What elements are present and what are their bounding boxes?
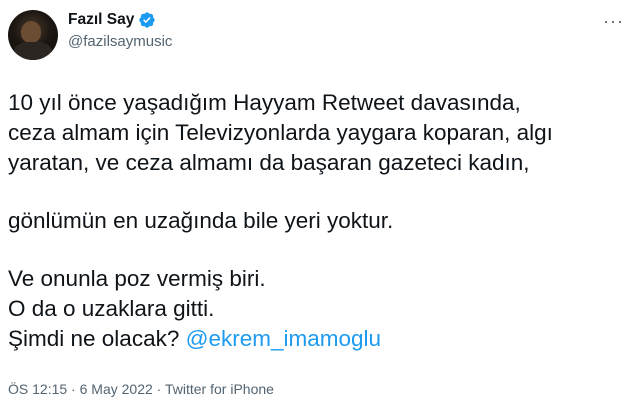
avatar[interactable] [8, 10, 58, 60]
paragraph-break [8, 178, 628, 206]
tweet-metadata: ÖS 12:15 · 6 May 2022 · Twitter for iPho… [8, 381, 274, 397]
paragraph-break [8, 236, 628, 264]
tweet-time[interactable]: ÖS 12:15 [8, 381, 67, 397]
meta-separator: · [67, 381, 80, 397]
author-display-name[interactable]: Fazıl Say [68, 11, 134, 29]
more-options-icon[interactable]: ··· [603, 12, 624, 30]
tweet-line: 10 yıl önce yaşadığım Hayyam Retweet dav… [8, 90, 521, 115]
tweet-source[interactable]: Twitter for iPhone [165, 381, 274, 397]
tweet-line: O da o uzaklara gitti. [8, 296, 215, 321]
tweet-line-text: Şimdi ne olacak? [8, 326, 186, 351]
tweet-line-with-mention: Şimdi ne olacak? @ekrem_imamoglu [8, 324, 628, 354]
meta-separator: · [152, 381, 165, 397]
tweet: Fazıl Say @fazilsaymusic ··· 10 yıl önce… [0, 0, 640, 418]
tweet-line: ceza almam için Televizyonlarda yaygara … [8, 120, 553, 145]
tweet-line: gönlümün en uzağında bile yeri yoktur. [8, 208, 394, 233]
tweet-line: yaratan, ve ceza almamı da başaran gazet… [8, 150, 530, 175]
tweet-text: 10 yıl önce yaşadığım Hayyam Retweet dav… [8, 88, 628, 354]
tweet-line: Ve onunla poz vermiş biri. [8, 266, 266, 291]
author-handle[interactable]: @fazilsaymusic [68, 33, 172, 50]
author-name-row: Fazıl Say [68, 11, 156, 29]
tweet-date[interactable]: 6 May 2022 [80, 381, 153, 397]
mention-link[interactable]: @ekrem_imamoglu [186, 326, 381, 351]
verified-badge-icon [138, 11, 156, 29]
